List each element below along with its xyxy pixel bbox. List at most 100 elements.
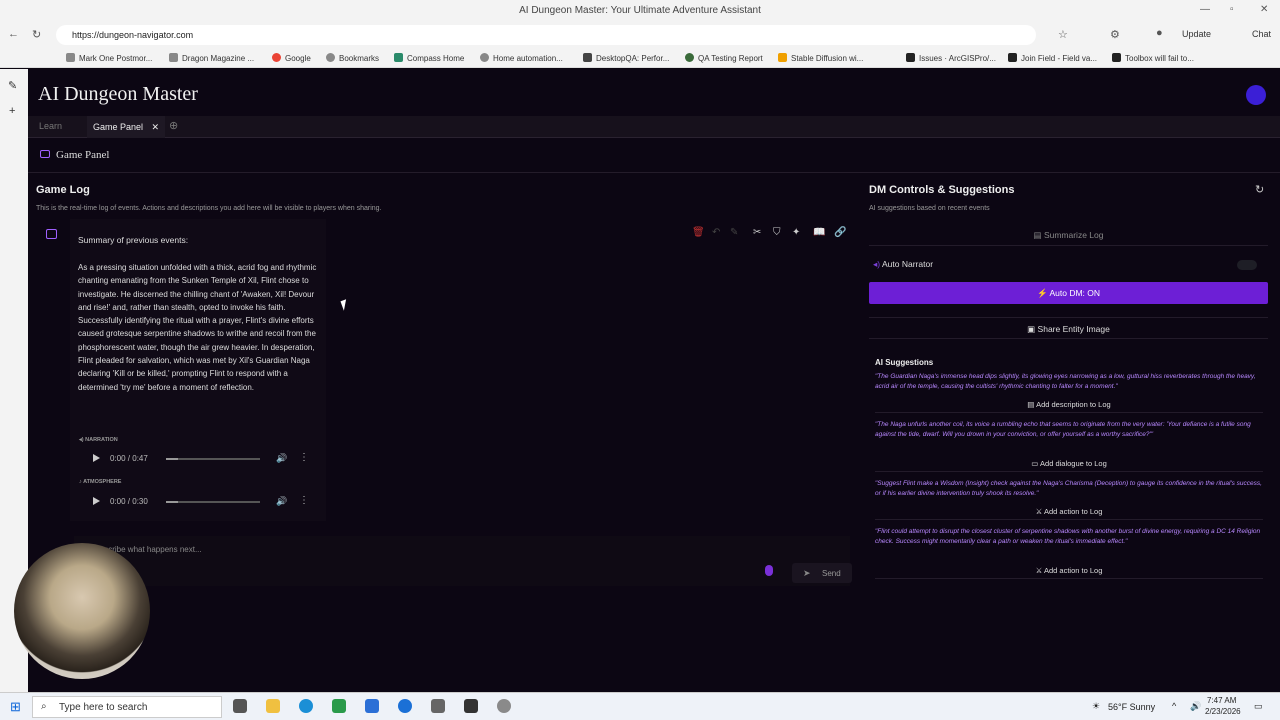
- close-tab-icon[interactable]: ✕: [152, 122, 160, 132]
- auto-narrator-row: ◂) Auto Narrator: [869, 253, 1268, 275]
- favorite-star-icon[interactable]: ☆: [1058, 28, 1068, 41]
- bookmark-item[interactable]: Mark One Postmor...: [66, 53, 152, 63]
- add-description-button[interactable]: ▤ Add description to Log: [875, 397, 1263, 413]
- lightning-icon: ⚡: [1036, 288, 1050, 298]
- weather-text[interactable]: 56°F Sunny: [1108, 702, 1155, 712]
- app-icon[interactable]: [398, 699, 412, 713]
- play-icon[interactable]: [93, 454, 100, 462]
- add-tab-icon[interactable]: ⊕: [169, 119, 178, 132]
- bookmark-item[interactable]: Toolbox will fail to...: [1112, 53, 1194, 63]
- app-icon[interactable]: [431, 699, 445, 713]
- bookmark-item[interactable]: Join Field - Field va...: [1008, 53, 1097, 63]
- app-title: AI Dungeon Master: [38, 83, 198, 105]
- dm-controls-panel: DM Controls & Suggestions ↻ AI suggestio…: [869, 69, 1269, 692]
- document-icon: ▤: [1033, 230, 1044, 240]
- add-icon[interactable]: +: [9, 105, 15, 117]
- bookmark-item[interactable]: Bookmarks: [326, 53, 379, 63]
- game-log-title: Game Log: [36, 184, 90, 196]
- app-icon[interactable]: [332, 699, 346, 713]
- add-dialogue-button[interactable]: ▭ Add dialogue to Log: [875, 456, 1263, 472]
- refresh-icon[interactable]: ↻: [1255, 183, 1264, 196]
- gamepad-icon: [40, 150, 50, 158]
- play-icon[interactable]: [93, 497, 100, 505]
- sparkle-icon[interactable]: ✦: [792, 227, 800, 238]
- delete-icon[interactable]: 🗑: [692, 227, 705, 238]
- game-log-subtitle: This is the real-time log of events. Act…: [36, 205, 382, 212]
- extensions-icon[interactable]: ⚙: [1110, 28, 1120, 41]
- back-icon[interactable]: ←: [8, 28, 19, 40]
- edge-icon[interactable]: [299, 699, 313, 713]
- bookmark-item[interactable]: Stable Diffusion wi...: [778, 53, 863, 63]
- send-button[interactable]: ➤ Send: [792, 563, 852, 583]
- bookmark-item[interactable]: Google: [272, 53, 311, 63]
- auto-narrator-label: Auto Narrator: [882, 259, 934, 269]
- taskbar-search-placeholder: Type here to search: [59, 702, 148, 713]
- volume-icon[interactable]: 🔊: [1190, 701, 1201, 712]
- restore-icon[interactable]: ▫: [1230, 4, 1234, 15]
- atmosphere-label: ♪ ATMOSPHERE: [79, 479, 122, 485]
- narration-time: 0:00 / 0:47: [110, 454, 148, 463]
- url-field[interactable]: https://dungeon-navigator.com: [56, 25, 1036, 45]
- add-action-button[interactable]: ⚔ Add action to Log: [875, 563, 1263, 579]
- update-button[interactable]: Update: [1182, 29, 1211, 39]
- audio-seek-bar[interactable]: [166, 458, 260, 460]
- volume-icon[interactable]: 🔊: [276, 496, 287, 507]
- speaker-icon: ◂): [873, 259, 882, 269]
- clock-time[interactable]: 7:47 AM: [1207, 696, 1236, 705]
- more-options-icon[interactable]: ⋮: [299, 452, 309, 463]
- undo-icon: ↶: [712, 227, 721, 238]
- tray-chevron-icon[interactable]: ^: [1172, 701, 1176, 711]
- app-icon[interactable]: [497, 699, 511, 713]
- terminal-icon[interactable]: [464, 699, 478, 713]
- crossed-swords-icon: ⚔: [1035, 566, 1044, 575]
- tab-learn[interactable]: Learn: [39, 121, 62, 131]
- close-window-icon[interactable]: ✕: [1260, 4, 1268, 15]
- bookmark-item[interactable]: QA Testing Report: [685, 53, 763, 63]
- panel-title: Game Panel: [40, 149, 109, 161]
- vscode-icon[interactable]: [365, 699, 379, 713]
- narration-audio-player[interactable]: 0:00 / 0:47 🔊 ⋮: [88, 450, 314, 468]
- speech-bubble-icon: ▭: [1031, 459, 1041, 468]
- auto-narrator-toggle[interactable]: [1237, 260, 1257, 270]
- send-icon: ➤: [803, 568, 811, 578]
- log-entry-title: Summary of previous events:: [78, 235, 189, 245]
- chat-button[interactable]: Chat: [1252, 29, 1271, 39]
- file-explorer-icon[interactable]: [266, 699, 280, 713]
- book-icon[interactable]: 📖: [813, 227, 825, 238]
- taskbar-search[interactable]: ⌕ Type here to search: [32, 696, 222, 718]
- minimize-icon[interactable]: —: [1200, 4, 1210, 15]
- more-options-icon[interactable]: ⋮: [299, 495, 309, 506]
- send-label: Send: [822, 569, 841, 578]
- bookmark-item[interactable]: Compass Home: [394, 53, 464, 63]
- dm-controls-title: DM Controls & Suggestions: [869, 184, 1015, 196]
- link-icon[interactable]: 🔗: [834, 227, 846, 238]
- log-entry-body: As a pressing situation unfolded with a …: [78, 263, 317, 392]
- copilot-icon[interactable]: ✎: [8, 79, 17, 92]
- profile-icon[interactable]: ●: [1156, 27, 1163, 39]
- event-input[interactable]: Describe what happens next...: [74, 536, 850, 586]
- windows-start-icon[interactable]: ⊞: [10, 699, 21, 715]
- bookmark-item[interactable]: Issues · ArcGISPro/...: [906, 53, 996, 63]
- bookmark-item[interactable]: Home automation...: [480, 53, 563, 63]
- reload-icon[interactable]: ↻: [32, 28, 41, 41]
- task-view-icon[interactable]: [233, 699, 247, 713]
- notifications-icon[interactable]: ▭: [1254, 701, 1263, 712]
- auto-dm-button[interactable]: ⚡ Auto DM: ON: [869, 282, 1268, 304]
- scissors-icon[interactable]: ✂: [753, 227, 761, 238]
- browser-title: AI Dungeon Master: Your Ultimate Adventu…: [519, 5, 761, 16]
- dm-controls-subtitle: AI suggestions based on recent events: [869, 205, 990, 212]
- tab-game-panel[interactable]: Game Panel ✕: [87, 116, 166, 138]
- audio-seek-bar[interactable]: [166, 501, 260, 503]
- summarize-log-button[interactable]: ▤ Summarize Log: [869, 224, 1268, 246]
- suggestion-text: "The Naga unfurls another coil, its voic…: [875, 421, 1251, 438]
- bookmark-item[interactable]: Dragon Magazine ...: [169, 53, 254, 63]
- atmosphere-audio-player[interactable]: 0:00 / 0:30 🔊 ⋮: [88, 493, 314, 511]
- volume-icon[interactable]: 🔊: [276, 453, 287, 464]
- add-action-button[interactable]: ⚔ Add action to Log: [875, 504, 1263, 520]
- share-entity-image-button[interactable]: ▣ Share Entity Image: [869, 317, 1268, 339]
- bookmark-item[interactable]: DesktopQA: Perfor...: [583, 53, 669, 63]
- microphone-icon[interactable]: [765, 565, 773, 576]
- shield-icon[interactable]: ⛉: [773, 227, 781, 238]
- image-icon: ▣: [1027, 324, 1038, 334]
- clock-date[interactable]: 2/23/2026: [1205, 707, 1241, 716]
